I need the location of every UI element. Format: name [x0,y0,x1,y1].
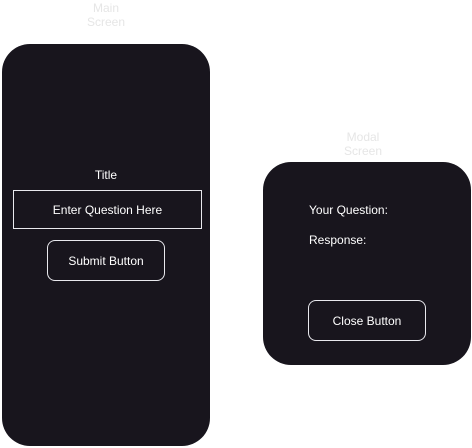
modal-screen: Your Question: Response: Close Button [263,162,471,365]
main-screen: Title Enter Question Here Submit Button [2,44,210,446]
modal-screen-label: Modal Screen [343,130,383,158]
page-title: Title [94,168,118,182]
response-label: Response: [309,233,367,247]
question-input[interactable]: Enter Question Here [13,190,202,229]
main-screen-label: Main Screen [86,1,126,29]
submit-button[interactable]: Submit Button [47,240,165,281]
your-question-label: Your Question: [309,203,388,217]
close-button[interactable]: Close Button [308,300,426,341]
